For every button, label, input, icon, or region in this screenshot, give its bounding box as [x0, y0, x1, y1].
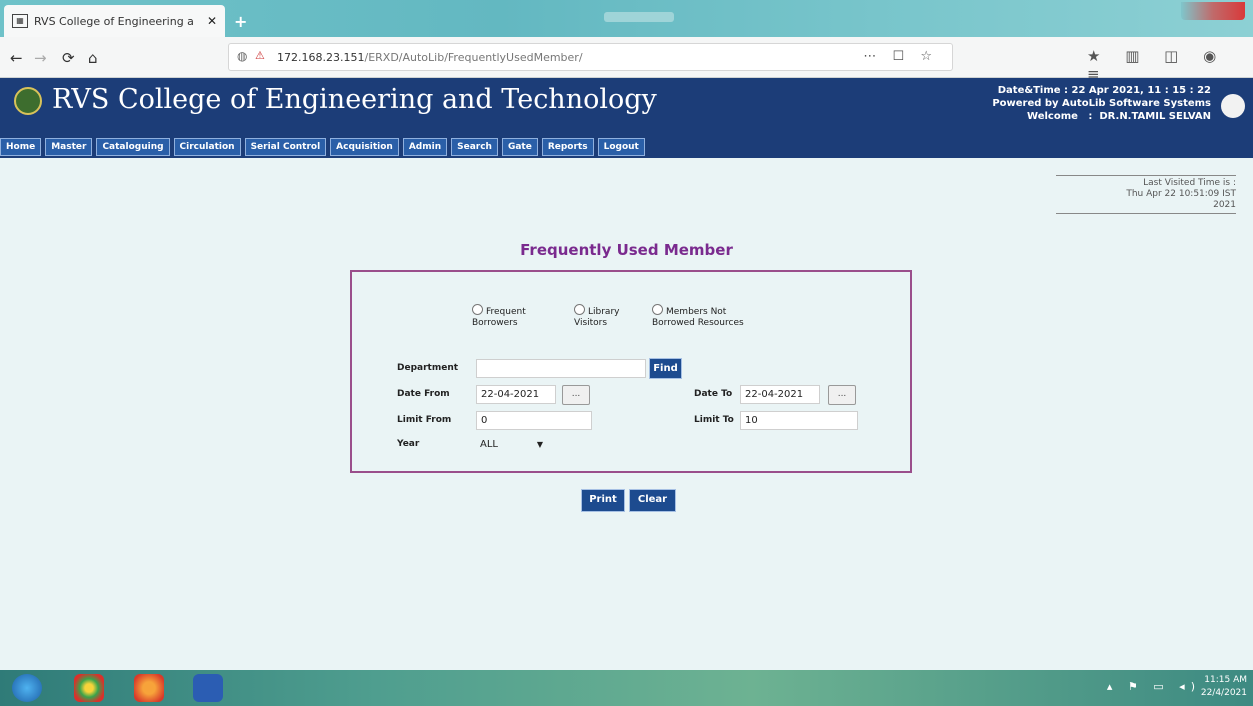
url-actions[interactable]: ⋯ ☐ ☆ — [863, 49, 938, 64]
chrome-icon[interactable] — [74, 674, 104, 702]
datetime-value: 22 Apr 2021, 11 : 15 : 22 — [1071, 85, 1212, 96]
limit-to-label: Limit To — [694, 415, 734, 425]
last-visited-year: 2021 — [1213, 200, 1236, 210]
print-button[interactable]: Print — [581, 489, 625, 512]
clear-button[interactable]: Clear — [629, 489, 676, 512]
firefox-icon[interactable] — [134, 674, 164, 702]
welcome-separator: : — [1088, 111, 1093, 122]
start-button-icon[interactable] — [12, 674, 42, 702]
tab-title: RVS College of Engineering a — [34, 14, 194, 28]
user-name: DR.N.TAMIL SELVAN — [1099, 111, 1211, 122]
clock-date: 22/4/2021 — [1200, 688, 1247, 698]
tab-close-icon[interactable]: ✕ — [207, 14, 217, 28]
welcome-label: Welcome — [1027, 111, 1078, 122]
site-title: RVS College of Engineering and Technolog… — [52, 84, 657, 115]
window-controls[interactable] — [1181, 2, 1245, 20]
shield-icon: ◍ — [237, 49, 248, 63]
url-text: 172.168.23.151/ERXD/AutoLib/FrequentlyUs… — [277, 51, 583, 64]
home-icon[interactable]: ⌂ — [88, 49, 98, 67]
os-taskbar: ▴ ⚑ ▭ ◂) 11:15 AM 22/4/2021 — [0, 670, 1253, 706]
user-avatar-icon[interactable] — [1221, 94, 1245, 118]
main-menu-bar: Home Master Cataloguing Circulation Seri… — [0, 134, 1253, 158]
url-bar[interactable]: ◍ ⚠ 172.168.23.151/ERXD/AutoLib/Frequent… — [228, 43, 953, 71]
menu-cataloguing[interactable]: Cataloguing — [96, 138, 170, 156]
clock-time: 11:15 AM — [1204, 675, 1247, 685]
browser-nav-bar: ← → ⟳ ⌂ ◍ ⚠ 172.168.23.151/ERXD/AutoLib/… — [0, 37, 1253, 83]
menu-home[interactable]: Home — [0, 138, 42, 156]
find-button[interactable]: Find — [649, 358, 682, 379]
dropdown-arrow-icon: ▼ — [536, 440, 543, 449]
limit-from-label: Limit From — [397, 415, 452, 425]
main-menu: Home Master Cataloguing Circulation Seri… — [0, 138, 645, 156]
menu-logout[interactable]: Logout — [597, 138, 645, 156]
menu-admin[interactable]: Admin — [402, 138, 448, 156]
last-visited-value: Thu Apr 22 10:51:09 IST — [1126, 189, 1236, 199]
page-title: Frequently Used Member — [520, 241, 733, 259]
menu-acquisition[interactable]: Acquisition — [330, 138, 399, 156]
last-visited-info: Last Visited Time is : Thu Apr 22 10:51:… — [1056, 175, 1236, 214]
member-report-form: Frequent Borrowers Library Visitors Memb… — [350, 270, 912, 473]
year-select[interactable]: ALL ▼ — [476, 435, 551, 454]
word-icon[interactable] — [193, 674, 223, 702]
department-label: Department — [397, 363, 459, 373]
menu-master[interactable]: Master — [45, 138, 93, 156]
datetime-label: Date&Time : — [997, 85, 1069, 96]
menu-reports[interactable]: Reports — [541, 138, 594, 156]
radio-icon[interactable] — [472, 304, 483, 315]
system-tray-icons[interactable]: ▴ ⚑ ▭ ◂) — [1107, 680, 1201, 693]
insecure-lock-icon: ⚠ — [255, 49, 265, 62]
header-info: Date&Time : 22 Apr 2021, 11 : 15 : 22 Po… — [992, 84, 1211, 123]
menu-circulation[interactable]: Circulation — [173, 138, 241, 156]
option-members-not-borrowed[interactable]: Members Not Borrowed Resources — [652, 304, 744, 329]
back-icon[interactable]: ← — [10, 49, 23, 67]
new-tab-icon[interactable]: + — [234, 12, 247, 31]
browser-tab[interactable]: ▦ RVS College of Engineering a ✕ — [4, 5, 225, 37]
window-title-area — [604, 12, 674, 22]
department-input[interactable] — [476, 359, 646, 378]
date-to-input[interactable]: 22-04-2021 — [740, 385, 820, 404]
reload-icon[interactable]: ⟳ — [62, 49, 75, 67]
year-label: Year — [397, 439, 420, 449]
menu-serial-control[interactable]: Serial Control — [244, 138, 327, 156]
menu-gate[interactable]: Gate — [501, 138, 538, 156]
option-frequent-borrowers[interactable]: Frequent Borrowers — [472, 304, 526, 329]
date-from-label: Date From — [397, 389, 450, 399]
last-visited-label: Last Visited Time is : — [1143, 178, 1236, 188]
limit-to-input[interactable]: 10 — [740, 411, 858, 430]
college-logo-icon — [14, 87, 42, 115]
radio-icon[interactable] — [574, 304, 585, 315]
menu-search[interactable]: Search — [451, 138, 498, 156]
browser-tab-bar: ▦ RVS College of Engineering a ✕ + — [0, 0, 1253, 37]
option-library-visitors[interactable]: Library Visitors — [574, 304, 619, 329]
radio-icon[interactable] — [652, 304, 663, 315]
limit-from-input[interactable]: 0 — [476, 411, 592, 430]
site-header: RVS College of Engineering and Technolog… — [0, 78, 1253, 134]
powered-by: Powered by AutoLib Software Systems — [992, 98, 1211, 109]
page-favicon-icon: ▦ — [12, 14, 28, 28]
taskbar-clock[interactable]: 11:15 AM 22/4/2021 — [1201, 674, 1247, 700]
date-to-label: Date To — [694, 389, 733, 399]
date-from-input[interactable]: 22-04-2021 — [476, 385, 556, 404]
date-from-calendar-button[interactable]: ... — [562, 385, 590, 405]
forward-icon[interactable]: → — [34, 49, 47, 67]
date-to-calendar-button[interactable]: ... — [828, 385, 856, 405]
